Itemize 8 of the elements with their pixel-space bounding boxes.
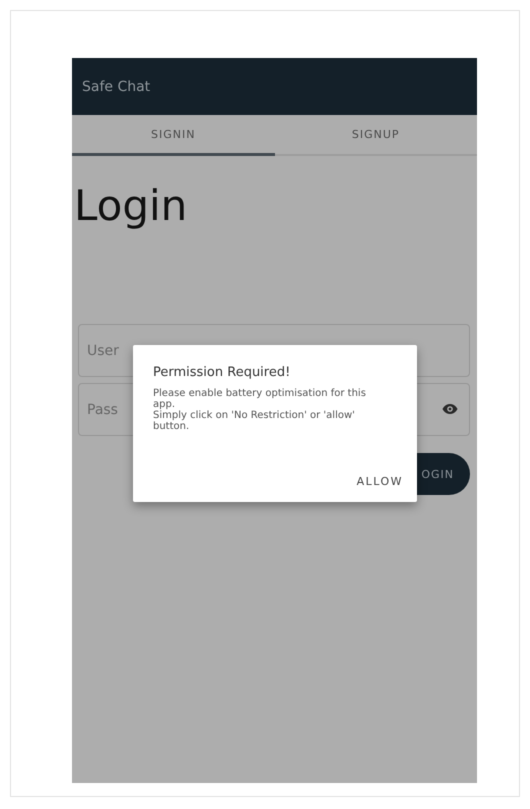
tab[interactable]: SIGNIN — [72, 115, 274, 156]
dialog-message: Simply click on 'No Restriction' or 'allow' button. — [153, 410, 356, 432]
eye-icon[interactable] — [442, 403, 458, 415]
login-heading: Login — [74, 180, 188, 232]
tab[interactable]: SIGNUP — [274, 115, 477, 156]
dialog-message: Please enable battery optimisation for this app. — [153, 388, 367, 410]
app-title: Safe Chat — [82, 78, 150, 94]
dialog-title: Permission Required! — [153, 365, 292, 380]
